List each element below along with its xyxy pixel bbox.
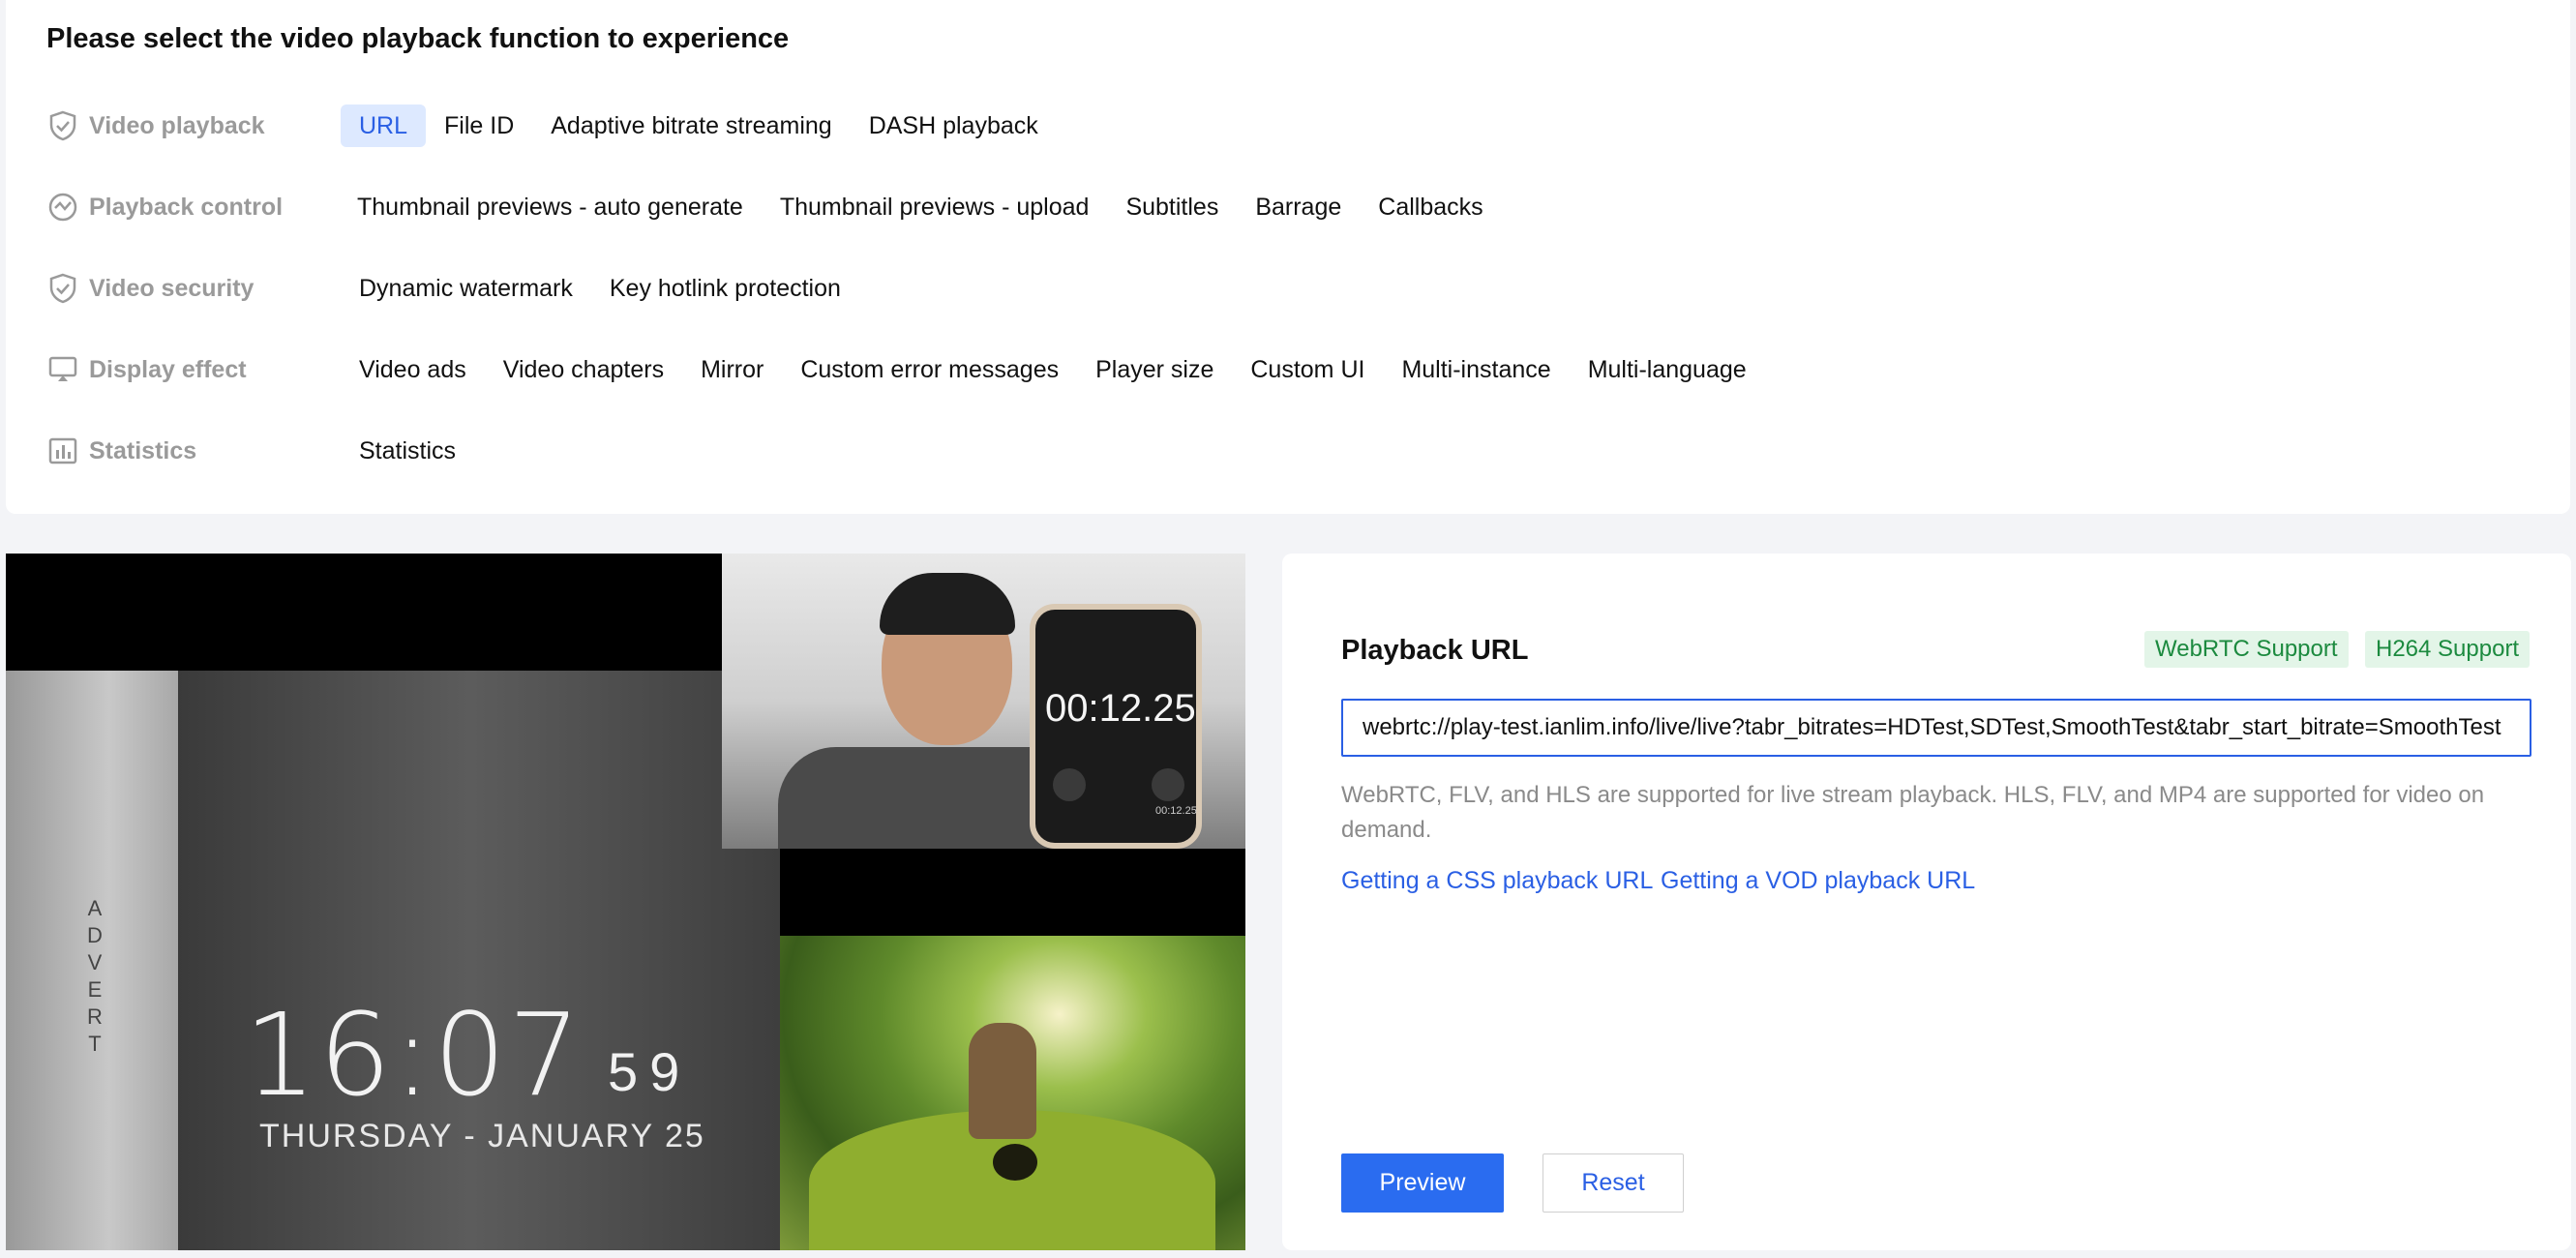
category-label: Video playback [89, 111, 265, 139]
link-vod-playback-url[interactable]: Getting a VOD playback URL [1661, 867, 1975, 895]
video-tile-clock: ADVERT 16:07 59 THURSDAY - JANUARY 25 [6, 671, 780, 1250]
video-player[interactable]: ADVERT 16:07 59 THURSDAY - JANUARY 25 ✎ … [6, 554, 1245, 1250]
video-tile-camera: 00:12.25 00:12.25 [722, 554, 1245, 849]
category-row-video-playback: Video playback URL File ID Adaptive bitr… [46, 105, 1057, 147]
phone-timer: 00:12.25 [1045, 687, 1196, 730]
option-dash-playback[interactable]: DASH playback [851, 105, 1057, 147]
option-multi-instance[interactable]: Multi-instance [1383, 348, 1569, 391]
phone-button-icon [1053, 768, 1086, 801]
shield-check-icon [46, 109, 79, 142]
option-statistics[interactable]: Statistics [341, 430, 474, 472]
category-row-video-security: Video security Dynamic watermark Key hot… [46, 267, 859, 310]
page-title: Please select the video playback functio… [46, 23, 790, 54]
reset-button[interactable]: Reset [1543, 1153, 1684, 1213]
category-playback-control: Playback control [46, 191, 321, 224]
shield-check-icon [46, 272, 79, 305]
playback-url-title: Playback URL [1341, 635, 1529, 666]
playback-hint: WebRTC, FLV, and HLS are supported for l… [1341, 782, 2485, 843]
option-url[interactable]: URL [341, 105, 427, 147]
burrow-hole [993, 1144, 1037, 1181]
option-adaptive-bitrate-streaming[interactable]: Adaptive bitrate streaming [532, 105, 850, 147]
clock-date: THURSDAY - JANUARY 25 [259, 1118, 705, 1154]
category-label: Video security [89, 274, 255, 302]
link-css-playback-url[interactable]: Getting a CSS playback URL [1341, 867, 1653, 895]
clock-time: 16:07 [244, 988, 584, 1122]
person-hair [880, 573, 1015, 635]
monitor-icon [46, 353, 79, 386]
category-row-playback-control: Playback control Thumbnail previews - au… [46, 186, 1502, 228]
option-player-size[interactable]: Player size [1077, 348, 1232, 391]
category-label: Playback control [89, 193, 284, 221]
option-mirror[interactable]: Mirror [682, 348, 782, 391]
category-video-security: Video security [46, 272, 321, 305]
option-thumbnail-previews-upload[interactable]: Thumbnail previews - upload [762, 186, 1108, 228]
tree-trunk [969, 1023, 1036, 1139]
clock-seconds: 59 [608, 1041, 692, 1102]
option-file-id[interactable]: File ID [426, 105, 532, 147]
category-label: Statistics [89, 436, 197, 464]
refresh-circle-icon [46, 191, 79, 224]
option-callbacks[interactable]: Callbacks [1360, 186, 1501, 228]
option-custom-error-messages[interactable]: Custom error messages [782, 348, 1077, 391]
option-subtitles[interactable]: Subtitles [1107, 186, 1237, 228]
option-video-chapters[interactable]: Video chapters [485, 348, 682, 391]
option-key-hotlink-protection[interactable]: Key hotlink protection [591, 267, 859, 310]
category-video-playback: Video playback [46, 109, 321, 142]
preview-button[interactable]: Preview [1341, 1153, 1504, 1213]
option-thumbnail-previews-auto[interactable]: Thumbnail previews - auto generate [339, 186, 762, 228]
phone-button-icon [1152, 768, 1184, 801]
category-label: Display effect [89, 355, 247, 383]
category-statistics: Statistics [46, 434, 321, 467]
category-row-statistics: Statistics Statistics [46, 430, 474, 472]
phone-small-timer: 00:12.25 [1155, 805, 1197, 817]
tag-h264-support: H264 Support [2365, 631, 2531, 668]
tag-webrtc-support: WebRTC Support [2144, 631, 2349, 668]
option-barrage[interactable]: Barrage [1237, 186, 1360, 228]
function-selector-card: Please select the video playback functio… [6, 0, 2570, 514]
option-video-ads[interactable]: Video ads [341, 348, 485, 391]
category-display-effect: Display effect [46, 353, 321, 386]
option-multi-language[interactable]: Multi-language [1570, 348, 1765, 391]
bar-chart-icon [46, 434, 79, 467]
video-tile-nature [780, 936, 1245, 1250]
advert-label: ADVERT [87, 896, 103, 1056]
category-row-display-effect: Display effect Video ads Video chapters … [46, 348, 1765, 391]
playback-url-input[interactable] [1341, 699, 2531, 757]
option-custom-ui[interactable]: Custom UI [1232, 348, 1383, 391]
option-dynamic-watermark[interactable]: Dynamic watermark [341, 267, 591, 310]
playback-url-panel: Playback URL WebRTC Support H264 Support… [1282, 554, 2571, 1250]
